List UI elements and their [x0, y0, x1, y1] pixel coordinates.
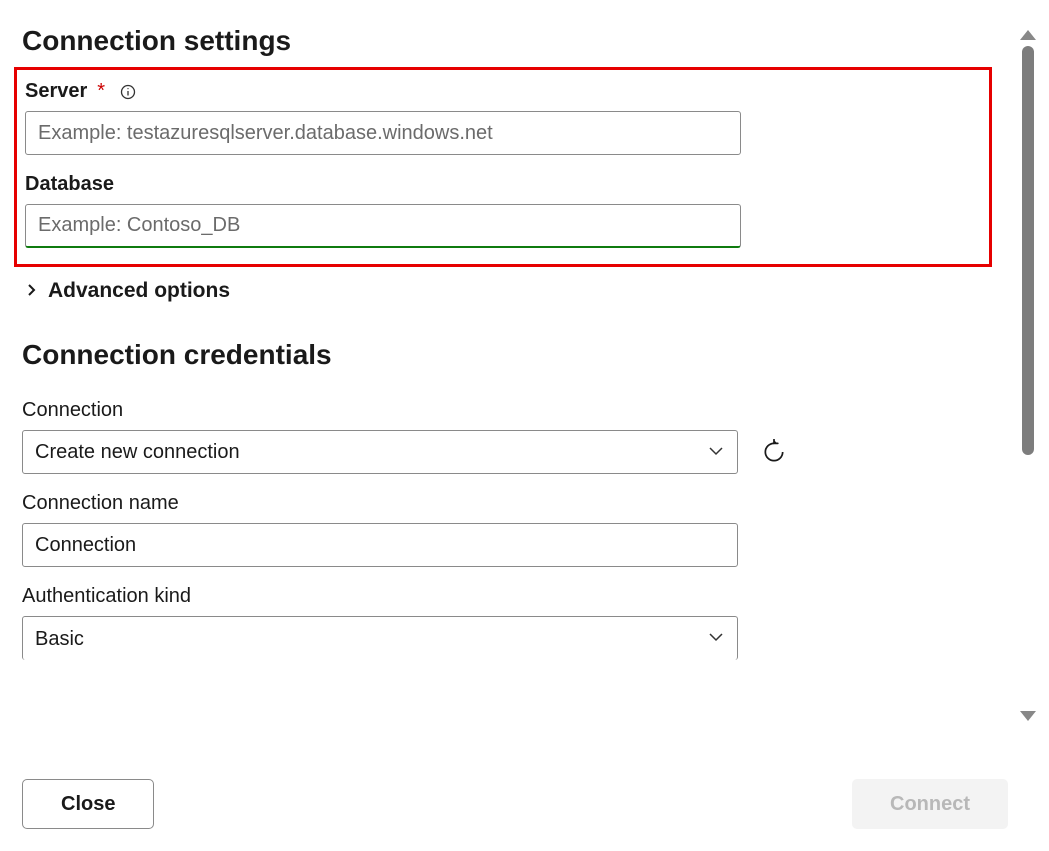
connection-select[interactable]: Create new connection — [22, 430, 738, 474]
advanced-options-label: Advanced options — [48, 279, 230, 303]
info-icon[interactable] — [119, 83, 137, 101]
connection-name-label: Connection name — [22, 492, 984, 515]
database-field: Database — [25, 173, 981, 248]
close-button[interactable]: Close — [22, 779, 154, 829]
scroll-up-icon[interactable] — [1020, 30, 1036, 40]
server-label: Server * — [25, 80, 981, 103]
scroll-thumb[interactable] — [1022, 46, 1034, 455]
connection-settings-heading: Connection settings — [22, 25, 984, 57]
refresh-button[interactable] — [760, 438, 788, 466]
dialog-body: Connection settings Server * Database — [0, 0, 1006, 851]
database-input[interactable] — [25, 204, 741, 248]
chevron-right-icon — [26, 281, 38, 302]
scroll-track[interactable] — [1022, 46, 1034, 705]
server-label-text: Server — [25, 80, 87, 103]
database-label-text: Database — [25, 173, 114, 196]
dialog-footer: Close Connect — [22, 779, 1008, 829]
auth-kind-label: Authentication kind — [22, 585, 984, 608]
advanced-options-toggle[interactable]: Advanced options — [26, 279, 984, 303]
auth-kind-select[interactable]: Basic — [22, 616, 738, 660]
highlighted-region: Server * Database — [14, 67, 992, 267]
database-label: Database — [25, 173, 981, 196]
scroll-down-icon[interactable] — [1020, 711, 1036, 721]
connection-field: Connection Create new connection — [22, 399, 984, 474]
server-input[interactable] — [25, 111, 741, 155]
connection-credentials-heading: Connection credentials — [22, 339, 984, 371]
auth-kind-field: Authentication kind Basic — [22, 585, 984, 660]
connect-button[interactable]: Connect — [852, 779, 1008, 829]
server-field: Server * — [25, 80, 981, 155]
connection-label: Connection — [22, 399, 984, 422]
connection-name-field: Connection name — [22, 492, 984, 567]
required-marker: * — [97, 80, 105, 103]
connection-name-input[interactable] — [22, 523, 738, 567]
vertical-scrollbar[interactable] — [1016, 30, 1040, 721]
